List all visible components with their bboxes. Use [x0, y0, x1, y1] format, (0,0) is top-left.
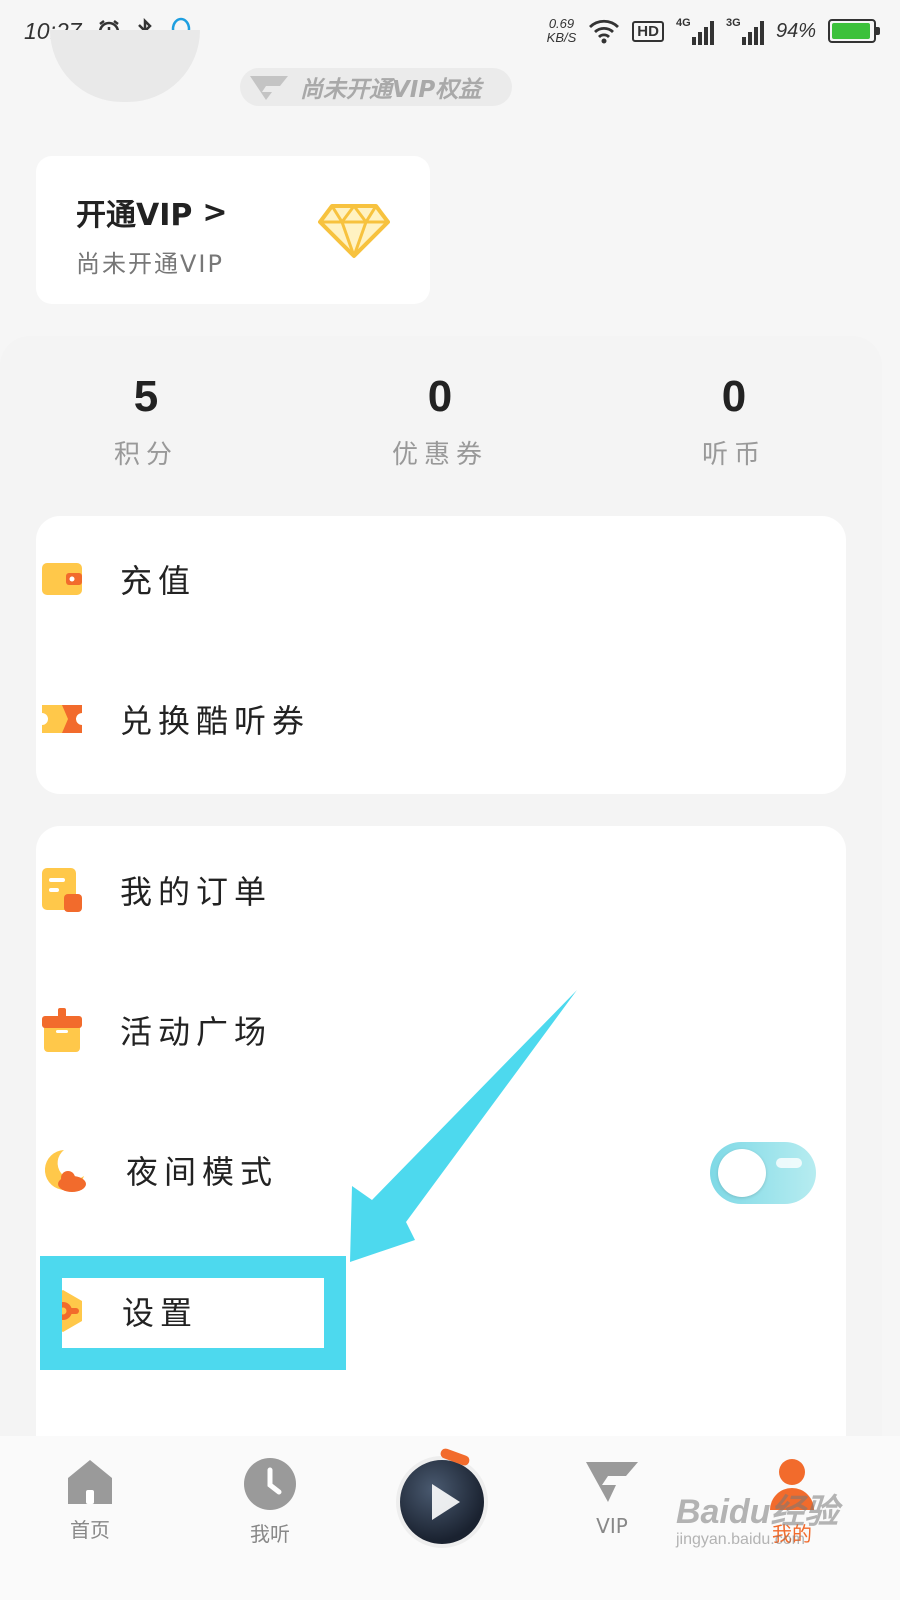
signal-4g-label: 4G	[675, 17, 691, 29]
nav-vip-label: VIP	[596, 1514, 628, 1538]
status-right: 0.69 KB/S HD 4G 3G 94%	[547, 17, 880, 45]
play-icon	[432, 1484, 460, 1520]
stat-coupons[interactable]: 0 优惠券	[350, 372, 530, 471]
net-speed: 0.69 KB/S	[547, 17, 577, 45]
menu-label-night-mode: 夜间模式	[126, 1153, 279, 1191]
menu-item-orders[interactable]: 我的订单	[40, 866, 272, 914]
home-icon	[68, 1460, 112, 1504]
stat-coins[interactable]: 0 听币	[644, 372, 824, 471]
gift-icon	[42, 1008, 82, 1052]
battery-percent: 94%	[775, 19, 816, 42]
menu-item-night-mode: 夜间模式	[40, 1146, 278, 1194]
stat-points[interactable]: 5 积分	[56, 372, 236, 471]
avatar[interactable]	[50, 30, 200, 102]
menu-item-recharge[interactable]: 充值	[40, 556, 196, 602]
signal-3g-icon: 3G	[726, 17, 764, 45]
vip-card-title-text: 开通VIP	[76, 198, 193, 233]
menu-label-activities: 活动广场	[120, 1013, 273, 1051]
stat-coupons-label: 优惠券	[391, 440, 488, 470]
watermark-line-2: jingyan.baidu.com	[676, 1531, 805, 1548]
stat-points-value: 5	[133, 372, 159, 421]
wifi-icon	[589, 19, 620, 44]
vip-badge-icon	[250, 76, 288, 100]
watermark-line-1: Baidu经验	[676, 1493, 839, 1531]
nav-home-label: 首页	[70, 1518, 110, 1542]
stat-points-label: 积分	[113, 440, 178, 470]
stat-coupons-value: 0	[427, 372, 453, 421]
baidu-watermark: Baidu经验 jingyan.baidu.com	[676, 1484, 846, 1549]
battery-icon	[828, 19, 880, 43]
vip-card-title: 开通VIP >	[76, 190, 228, 234]
moon-icon	[44, 1150, 86, 1192]
nav-listening-label: 我听	[250, 1522, 290, 1546]
order-icon	[42, 868, 82, 912]
night-mode-toggle[interactable]	[710, 1142, 816, 1204]
menu-item-activities[interactable]: 活动广场	[40, 1006, 272, 1054]
nav-listening[interactable]: 我听	[210, 1456, 330, 1547]
stat-coins-value: 0	[721, 372, 747, 421]
diamond-icon	[318, 204, 390, 258]
menu-item-redeem-coupon[interactable]: 兑换酷听券	[40, 696, 310, 742]
toggle-knob	[718, 1149, 766, 1197]
menu-label-redeem-coupon: 兑换酷听券	[120, 702, 311, 740]
clock-icon	[244, 1458, 296, 1510]
wallet-icon	[42, 563, 82, 595]
now-playing-button[interactable]	[396, 1456, 488, 1548]
stat-coins-label: 听币	[701, 440, 766, 470]
vip-status-pill[interactable]: 尚未开通VIP权益	[240, 68, 512, 106]
vip-status-text: 尚未开通VIP权益	[300, 77, 482, 103]
menu-label-orders: 我的订单	[120, 873, 273, 911]
nav-vip[interactable]: VIP	[552, 1456, 672, 1538]
hd-badge: HD	[632, 20, 664, 42]
net-speed-unit: KB/S	[546, 30, 577, 45]
net-speed-value: 0.69	[548, 16, 575, 31]
cloud-icon	[776, 1158, 802, 1168]
chevron-right-icon: >	[202, 194, 228, 230]
signal-3g-label: 3G	[725, 17, 741, 29]
ticket-icon	[42, 705, 82, 733]
vip-card-subtitle: 尚未开通VIP	[76, 250, 224, 278]
menu-label-recharge: 充值	[120, 562, 197, 600]
nav-home[interactable]: 首页	[30, 1456, 150, 1543]
vip-icon	[586, 1462, 638, 1502]
annotation-highlight-box	[40, 1256, 346, 1370]
signal-4g-icon: 4G	[676, 17, 714, 45]
